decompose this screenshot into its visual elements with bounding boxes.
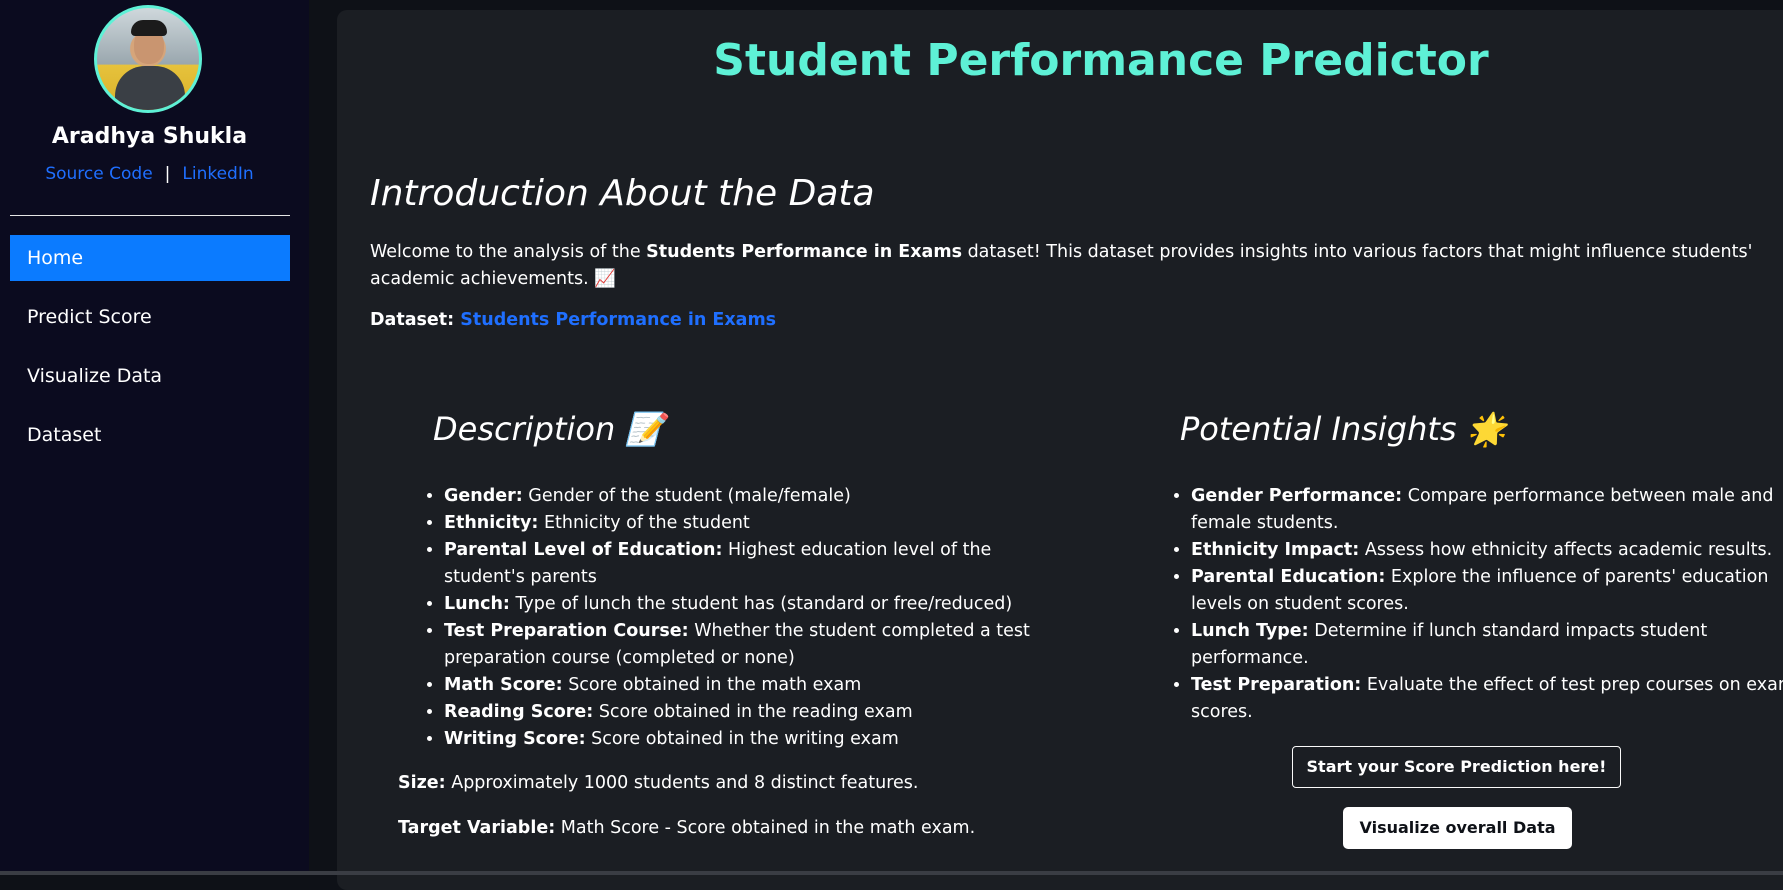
bottom-bar [0,871,1783,875]
list-item: Parental Education: Explore the influenc… [1191,564,1783,618]
dataset-label: Dataset: [370,310,455,330]
list-item: Writing Score: Score obtained in the wri… [444,726,1044,753]
avatar [94,5,202,113]
page-title: Student Performance Predictor [713,35,1489,86]
size-line: Size: Approximately 1000 students and 8 … [398,773,919,793]
dataset-line: Dataset: Students Performance in Exams [370,310,776,330]
insights-list: Gender Performance: Compare performance … [1163,483,1783,726]
list-item: Test Preparation Course: Whether the stu… [444,618,1044,672]
sidebar-divider [10,215,290,216]
intro-heading: Introduction About the Data [370,173,875,214]
visualize-data-button[interactable]: Visualize overall Data [1343,807,1572,849]
sidebar: Aradhya Shukla Source Code | LinkedIn Home… [0,0,309,875]
dataset-link[interactable]: Students Performance in Exams [460,310,776,330]
list-item: Lunch: Type of lunch the student has (st… [444,591,1044,618]
list-item: Ethnicity: Ethnicity of the student [444,510,1044,537]
list-item: Reading Score: Score obtained in the rea… [444,699,1044,726]
intro-paragraph: Welcome to the analysis of the Students … [370,242,1753,289]
link-separator: | [164,164,171,184]
list-item: Test Preparation: Evaluate the effect of… [1191,672,1783,726]
target-variable-line: Target Variable: Math Score - Score obta… [398,818,976,838]
nav-item-predict-score[interactable]: Predict Score [10,294,290,340]
nav-item-home[interactable]: Home [10,235,290,281]
source-code-link[interactable]: Source Code [45,164,152,184]
nav-item-dataset[interactable]: Dataset [10,412,290,458]
dataset-name-bold: Students Performance in Exams [646,242,962,262]
list-item: Parental Level of Education: Highest edu… [444,537,1044,591]
profile-name: Aradhya Shukla [51,124,248,149]
list-item: Math Score: Score obtained in the math e… [444,672,1044,699]
linkedin-link[interactable]: LinkedIn [182,164,253,184]
description-heading: Description 📝 [433,410,666,448]
list-item: Lunch Type: Determine if lunch standard … [1191,618,1783,672]
sidebar-nav: Home Predict Score Visualize Data Datase… [10,235,290,471]
profile-links: Source Code | LinkedIn [0,164,299,184]
insights-heading: Potential Insights 🌟 [1180,410,1507,448]
list-item: Gender Performance: Compare performance … [1191,483,1783,537]
start-prediction-button[interactable]: Start your Score Prediction here! [1292,746,1621,788]
list-item: Ethnicity Impact: Assess how ethnicity a… [1191,537,1783,564]
list-item: Gender: Gender of the student (male/fema… [444,483,1044,510]
description-list: Gender: Gender of the student (male/fema… [416,483,1044,753]
nav-item-visualize-data[interactable]: Visualize Data [10,353,290,399]
main-content: Student Performance Predictor Introducti… [337,10,1783,890]
